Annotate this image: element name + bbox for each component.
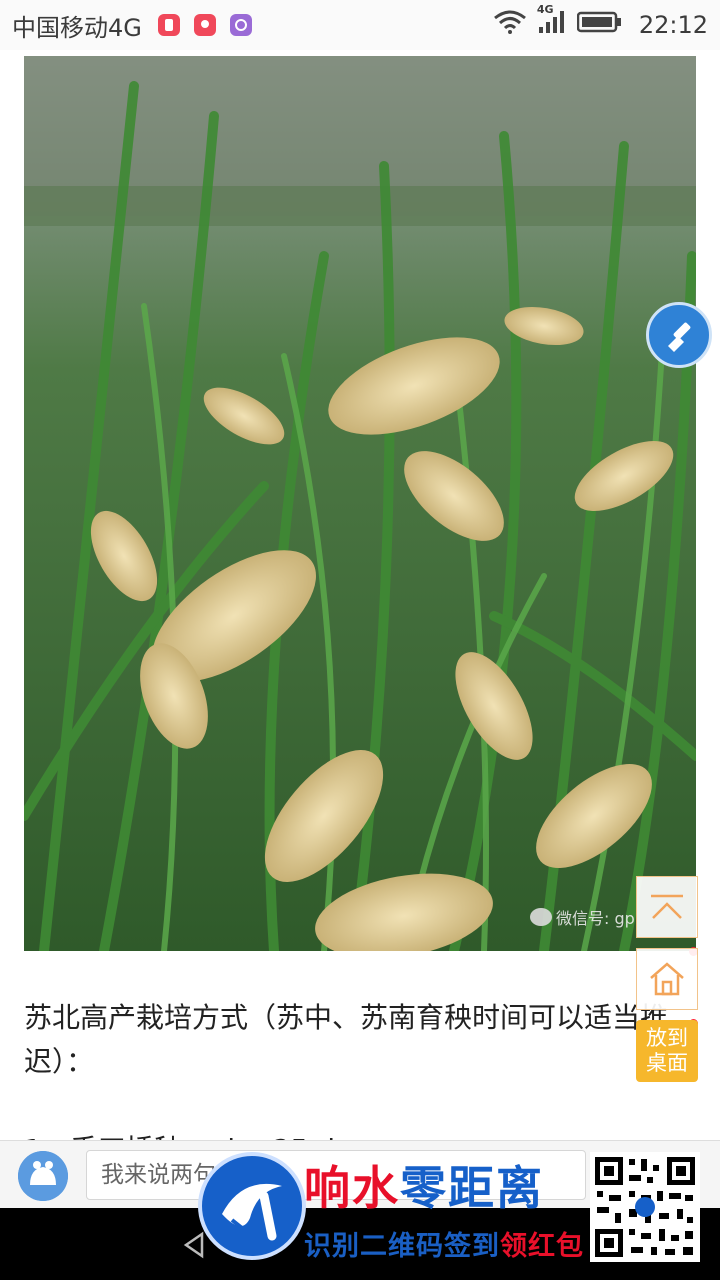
article-image[interactable] [24, 56, 696, 951]
qr-code[interactable] [590, 1152, 700, 1262]
banner-title: 响水零距离 [304, 1152, 544, 1218]
add-to-desktop-button[interactable]: 放到桌面 [636, 1020, 698, 1082]
image-watermark: 微信号: gp [530, 905, 635, 929]
banner-title-part: 零距离 [400, 1161, 544, 1215]
carrier-label: 中国移动4G [12, 13, 142, 42]
location-icon [193, 14, 216, 36]
brush-icon [668, 322, 691, 352]
sim-card-icon [157, 14, 180, 36]
network-type: 4G [536, 3, 554, 16]
cell-signal-icon: 4G [537, 3, 567, 41]
battery-icon [576, 10, 623, 40]
banner-logo[interactable] [198, 1152, 306, 1260]
back-icon[interactable] [180, 1230, 210, 1264]
article-paragraph: 苏北高产栽培方式（苏中、苏南育秧时间可以适当推迟）： [24, 1001, 669, 1078]
wechat-icon [530, 908, 552, 926]
home-icon [650, 962, 684, 996]
browser-icon [229, 14, 252, 36]
banner-title-part: 响水 [304, 1161, 400, 1215]
status-bar: 中国移动4G 4G 22:12 [0, 0, 720, 50]
scroll-top-button[interactable] [636, 876, 698, 938]
watermark-text: 微信号: gp [556, 909, 635, 928]
brush-button[interactable] [646, 302, 712, 368]
banner-subtitle-part: 识别二维码签到 [304, 1231, 500, 1262]
scroll-top-icon [651, 894, 683, 919]
avatar[interactable] [18, 1151, 68, 1201]
clock: 22:12 [638, 11, 708, 39]
home-button[interactable] [636, 948, 698, 1010]
banner-subtitle-part: 领红包 [500, 1231, 584, 1262]
wifi-icon [493, 10, 527, 40]
banner-subtitle: 识别二维码签到领红包 [304, 1224, 584, 1263]
